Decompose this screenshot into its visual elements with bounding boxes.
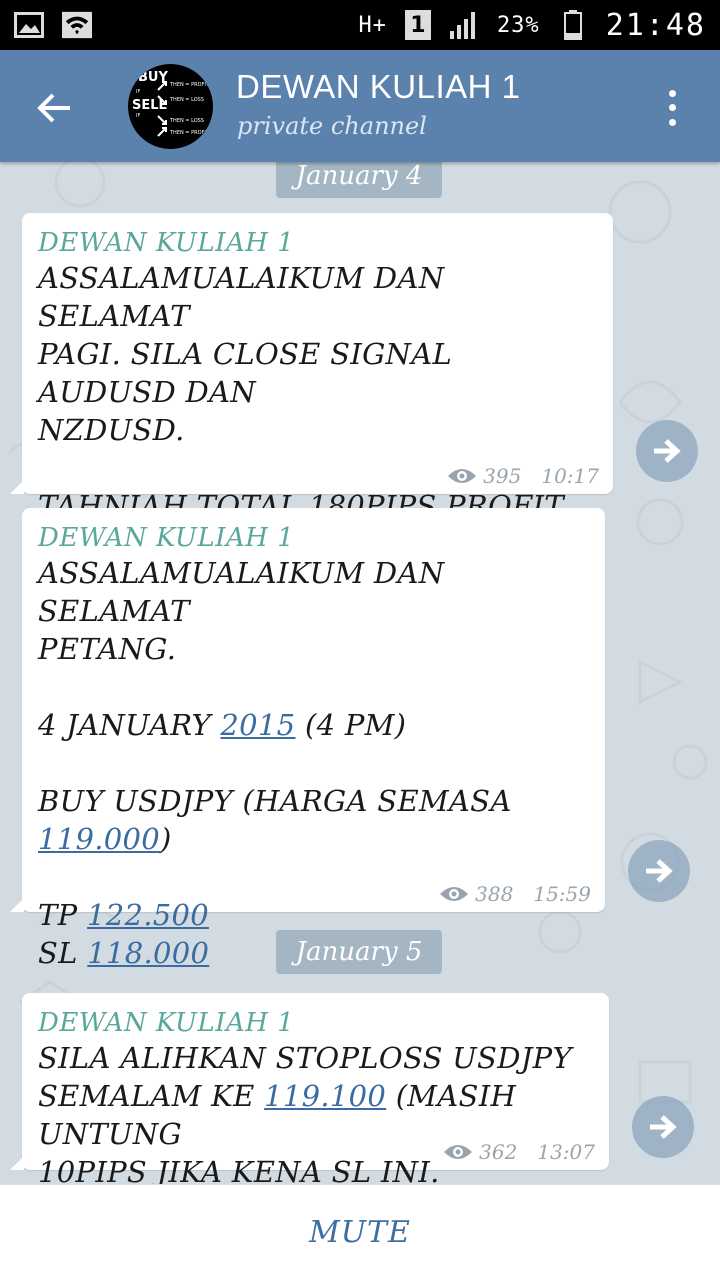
date-divider: January 5 [276, 930, 442, 974]
more-options-button[interactable] [656, 86, 688, 130]
message-line: PETANG. [38, 632, 177, 666]
chat-area[interactable]: January 4 DEWAN KULIAH 1 ASSALAMUALAIKUM… [0, 162, 720, 1184]
message-time: 13:07 [537, 1140, 595, 1164]
arrow-left-icon [37, 93, 70, 123]
arrow-right-icon [654, 439, 681, 463]
share-button[interactable] [636, 420, 698, 482]
message-bubble[interactable]: DEWAN KULIAH 1 ASSALAMUALAIKUM DAN SELAM… [10, 508, 605, 970]
view-count: 362 [479, 1140, 518, 1164]
clock: 21:48 [605, 7, 706, 43]
view-count: 388 [475, 882, 514, 906]
eye-icon [444, 1145, 473, 1159]
message-sender: DEWAN KULIAH 1 [38, 228, 295, 258]
eye-icon [448, 469, 477, 483]
wifi-icon [62, 10, 92, 40]
message-meta: 388 15:59 [439, 882, 591, 906]
status-bar-left [14, 10, 92, 40]
channel-subtitle: private channel [237, 112, 427, 140]
message-text: ASSALAMUALAIKUM DAN SELAMAT PETANG. 4 JA… [38, 554, 589, 972]
message-line-text: (4 PM) [295, 708, 407, 742]
message-line: SILA ALIHKAN STOPLOSS USDJPY [38, 1041, 572, 1075]
bottom-bar: MUTE [0, 1184, 720, 1280]
sim-icon: 1 [404, 10, 431, 40]
price-link[interactable]: 119.100 [264, 1079, 386, 1113]
status-bar-right: H+ 1 23% 21:48 [358, 8, 706, 43]
sim-slot: 1 [410, 12, 426, 38]
date-link[interactable]: 2015 [220, 708, 295, 742]
stop-loss-link[interactable]: 118.000 [87, 936, 209, 970]
message-line: PAGI. SILA CLOSE SIGNAL AUDUSD DAN [38, 337, 453, 409]
avatar-arrows-icon [157, 81, 167, 137]
signal-icon [449, 10, 479, 40]
image-icon [14, 10, 44, 40]
date-divider: January 4 [276, 162, 442, 198]
menu-dot [668, 104, 676, 112]
channel-avatar[interactable]: BUY SELL IF IF THEN = PROFIT THEN = LOSS… [128, 64, 213, 149]
message-line: NZDUSD. [38, 413, 185, 447]
channel-title: DEWAN KULIAH 1 [236, 68, 521, 105]
message-time: 15:59 [533, 882, 591, 906]
share-button[interactable] [632, 1096, 694, 1158]
message-line-text: BUY USDJPY (HARGA SEMASA [38, 784, 512, 818]
eye-icon [440, 887, 469, 901]
message-line: 4 JANUARY 2015 (4 PM) [38, 706, 589, 744]
battery-icon [558, 10, 588, 40]
arrow-right-icon [646, 859, 673, 883]
share-button[interactable] [628, 840, 690, 902]
channel-header: BUY SELL IF IF THEN = PROFIT THEN = LOSS… [0, 50, 720, 162]
message-line [38, 668, 589, 706]
message-line: BUY USDJPY (HARGA SEMASA 119.000) [38, 782, 589, 858]
view-count: 395 [483, 464, 522, 488]
message-line [38, 744, 589, 782]
message-line-text: ) [160, 822, 172, 856]
take-profit-link[interactable]: 122.500 [87, 898, 209, 932]
network-type: H+ [358, 12, 387, 38]
message-line-text: SEMALAM KE [38, 1079, 265, 1113]
message-time: 10:17 [541, 464, 599, 488]
message-bubble[interactable]: DEWAN KULIAH 1 ASSALAMUALAIKUM DAN SELAM… [10, 213, 613, 562]
message-line-text: 4 JANUARY [38, 708, 221, 742]
battery-percent: 23% [496, 12, 540, 38]
message-line: ASSALAMUALAIKUM DAN SELAMAT [38, 261, 445, 333]
message-sender: DEWAN KULIAH 1 [38, 1008, 295, 1038]
message-meta: 362 13:07 [443, 1140, 595, 1164]
message-meta: 395 10:17 [447, 464, 599, 488]
message-line: ASSALAMUALAIKUM DAN SELAMAT [38, 556, 445, 628]
message-line-text: SL [38, 936, 88, 970]
message-sender: DEWAN KULIAH 1 [38, 523, 295, 553]
back-button[interactable] [30, 84, 78, 132]
mute-button[interactable]: MUTE [309, 1215, 411, 1250]
menu-dot [668, 89, 676, 97]
price-link[interactable]: 119.000 [38, 822, 160, 856]
message-bubble[interactable]: DEWAN KULIAH 1 SILA ALIHKAN STOPLOSS USD… [10, 993, 609, 1184]
status-bar: H+ 1 23% 21:48 [0, 0, 720, 50]
message-line-text: TP [38, 898, 87, 932]
arrow-right-icon [650, 1115, 677, 1139]
menu-dot [668, 119, 676, 127]
